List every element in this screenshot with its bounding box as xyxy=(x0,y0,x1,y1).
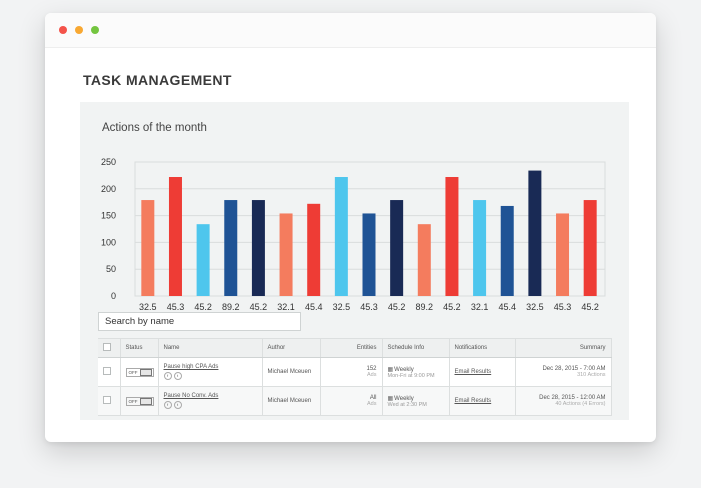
chart-bar xyxy=(528,170,542,296)
select-all-header[interactable] xyxy=(98,338,121,358)
x-tick-label: 45.2 xyxy=(443,302,461,312)
entities-unit: Ads xyxy=(367,401,377,407)
x-tick-label: 45.2 xyxy=(581,302,599,312)
summary-detail[interactable]: 310 Actions xyxy=(521,372,605,378)
column-header-status[interactable]: Status xyxy=(120,338,159,358)
email-results-link[interactable]: Email Results xyxy=(455,369,492,375)
schedule-frequency: Weekly xyxy=(394,395,414,402)
x-tick-label: 45.2 xyxy=(194,302,212,312)
chart-bar xyxy=(334,177,348,296)
minimize-window-dot[interactable] xyxy=(75,26,83,34)
status-toggle[interactable]: OFF xyxy=(125,367,154,377)
x-tick-label: 45.2 xyxy=(388,302,406,312)
table-header-row: Status Name Author Entities Schedule Inf… xyxy=(98,338,612,358)
status-toggle[interactable]: OFF xyxy=(125,396,154,406)
facebook-icon[interactable]: f xyxy=(163,372,172,380)
schedule-detail: Mon-Fri at 9:00 PM xyxy=(387,372,435,379)
schedule-detail: Wed at 2:30 PM xyxy=(387,401,427,408)
y-tick-label: 50 xyxy=(106,264,116,274)
search-input[interactable] xyxy=(98,312,301,331)
x-tick-label: 89.2 xyxy=(416,302,434,312)
x-tick-label: 89.2 xyxy=(222,302,240,312)
toggle-knob xyxy=(139,397,152,405)
email-results-link[interactable]: Email Results xyxy=(455,398,492,404)
row-checkbox[interactable] xyxy=(103,367,111,375)
x-tick-label: 32.5 xyxy=(333,302,351,312)
tasks-table: Status Name Author Entities Schedule Inf… xyxy=(98,338,612,416)
y-tick-label: 250 xyxy=(101,157,116,167)
chart-bar xyxy=(307,203,321,296)
toggle-knob xyxy=(139,368,152,376)
chart-bar xyxy=(583,200,597,296)
column-header-notifications[interactable]: Notifications xyxy=(449,338,516,358)
task-name-link[interactable]: Pause No Conv. Ads xyxy=(164,393,257,399)
tasks-table-wrap: Status Name Author Entities Schedule Inf… xyxy=(98,338,612,416)
twitter-icon[interactable]: t xyxy=(173,401,182,409)
y-tick-label: 0 xyxy=(111,291,116,301)
y-tick-label: 100 xyxy=(101,237,116,247)
x-tick-label: 45.4 xyxy=(498,302,516,312)
column-header-entities[interactable]: Entities xyxy=(320,338,383,358)
entities-unit: Ads xyxy=(367,372,377,378)
chart-bar xyxy=(445,177,459,296)
column-header-name[interactable]: Name xyxy=(158,338,263,358)
chart-bar xyxy=(473,200,487,296)
x-tick-label: 45.3 xyxy=(554,302,572,312)
chart-bar xyxy=(251,200,265,296)
chart-bar xyxy=(556,213,570,296)
chart-bar xyxy=(362,213,376,296)
x-tick-label: 32.1 xyxy=(471,302,489,312)
facebook-icon[interactable]: f xyxy=(163,401,172,409)
column-header-summary[interactable]: Summary xyxy=(515,338,612,358)
chart-bar xyxy=(417,224,431,296)
x-tick-label: 45.3 xyxy=(360,302,378,312)
chart-bar xyxy=(224,200,238,296)
author-cell: Michael Mceuen xyxy=(262,357,321,387)
close-window-dot[interactable] xyxy=(59,26,67,34)
maximize-window-dot[interactable] xyxy=(91,26,99,34)
calendar-icon: ▦ xyxy=(387,395,394,402)
chart-bar xyxy=(390,200,404,296)
x-tick-label: 45.3 xyxy=(167,302,185,312)
table-row[interactable]: OFF Pause high CPA Ads ft Michael Mceuen… xyxy=(98,357,612,387)
app-window: TASK MANAGEMENT Actions of the month 250… xyxy=(45,13,656,442)
content-panel: Actions of the month 250 200 150 100 50 0 32.5… xyxy=(80,102,629,420)
page-title: TASK MANAGEMENT xyxy=(83,72,232,88)
select-all-checkbox[interactable] xyxy=(103,343,111,351)
y-tick-label: 150 xyxy=(101,211,116,221)
chart-bar xyxy=(279,213,293,296)
toggle-off-label: OFF xyxy=(128,398,138,404)
summary-detail[interactable]: 40 Actions (4 Errors) xyxy=(521,401,605,407)
author-cell: Michael Mceuen xyxy=(262,386,321,416)
row-checkbox[interactable] xyxy=(103,396,111,404)
column-header-schedule-info[interactable]: Schedule Info xyxy=(382,338,450,358)
table-row[interactable]: OFF Pause No Conv. Ads ft Michael Mceuen… xyxy=(98,386,612,416)
task-name-link[interactable]: Pause high CPA Ads xyxy=(164,364,257,370)
schedule-frequency: Weekly xyxy=(394,366,414,373)
column-header-author[interactable]: Author xyxy=(262,338,321,358)
y-tick-label: 200 xyxy=(101,184,116,194)
x-tick-label: 45.4 xyxy=(305,302,323,312)
x-tick-label: 32.5 xyxy=(526,302,544,312)
toggle-off-label: OFF xyxy=(128,369,138,375)
chart-bar xyxy=(141,200,155,296)
bar-chart: 250 200 150 100 50 0 32.5 45.3 45.2 89.2 45.2 32.1 4… xyxy=(101,157,606,312)
chart-bar xyxy=(500,205,514,296)
twitter-icon[interactable]: t xyxy=(173,372,182,380)
window-titlebar xyxy=(45,13,656,48)
calendar-icon: ▦ xyxy=(387,366,394,373)
x-tick-label: 32.1 xyxy=(277,302,295,312)
chart-bar xyxy=(196,224,210,296)
x-tick-label: 45.2 xyxy=(250,302,268,312)
chart-bar xyxy=(168,177,182,296)
x-tick-label: 32.5 xyxy=(139,302,157,312)
